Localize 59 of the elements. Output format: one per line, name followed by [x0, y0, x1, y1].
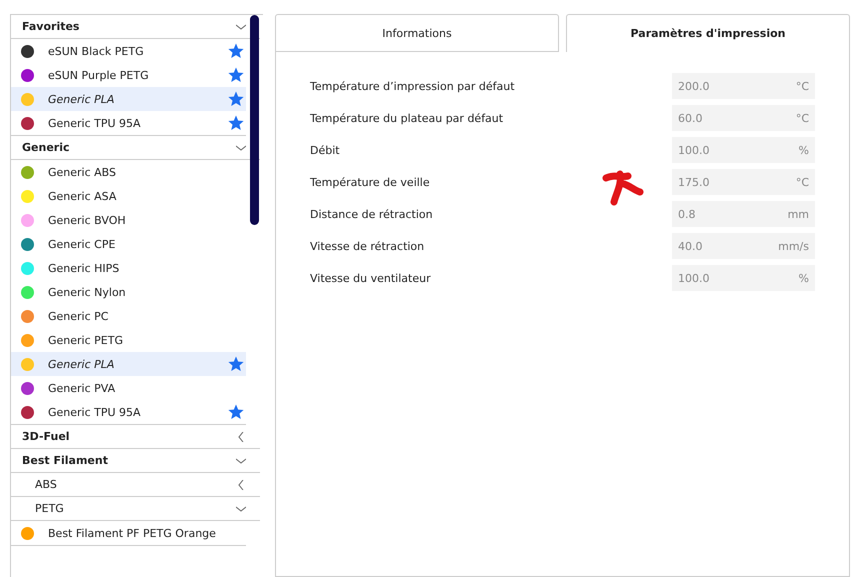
- material-item[interactable]: Generic ABS: [11, 160, 246, 184]
- material-item[interactable]: Generic PVA: [11, 376, 246, 400]
- material-item[interactable]: eSUN Black PETG: [11, 39, 246, 63]
- star-icon[interactable]: [228, 43, 244, 59]
- setting-label: Température de veille: [310, 176, 431, 188]
- chevron-down-icon: [236, 456, 246, 466]
- field-value: 175.0: [678, 176, 710, 188]
- category-header[interactable]: 3D-Fuel: [11, 425, 260, 449]
- field-value: 100.0: [678, 144, 710, 156]
- field-value: 0.8: [678, 208, 696, 220]
- material-item[interactable]: Generic HIPS: [11, 256, 246, 280]
- unit-label: %: [798, 272, 809, 284]
- field-value: 40.0: [678, 240, 702, 252]
- material-item[interactable]: Generic BVOH: [11, 208, 246, 232]
- star-icon[interactable]: [228, 91, 244, 107]
- material-item[interactable]: Generic CPE: [11, 232, 246, 256]
- setting-label: Température du plateau par défaut: [310, 112, 504, 124]
- chevron-down-icon: [236, 22, 246, 32]
- chevron-left-icon: [236, 480, 246, 490]
- unit-label: °C: [796, 176, 809, 188]
- material-item[interactable]: eSUN Purple PETG: [11, 63, 246, 87]
- scribble-mark: [602, 170, 644, 206]
- chevron-down-icon: [236, 504, 246, 514]
- material-item[interactable]: Generic ASA: [11, 184, 246, 208]
- material-item[interactable]: Generic TPU 95A: [11, 400, 246, 425]
- chevron-down-icon: [236, 142, 246, 152]
- field-value: 100.0: [678, 272, 710, 284]
- setting-label: Vitesse de rétraction: [310, 240, 426, 252]
- unit-label: °C: [796, 80, 809, 92]
- material-item[interactable]: Generic Nylon: [11, 280, 246, 304]
- setting-label: Distance de rétraction: [310, 208, 434, 220]
- category-header[interactable]: ABS: [11, 473, 260, 497]
- field-value: 200.0: [678, 80, 710, 92]
- unit-label: °C: [796, 112, 809, 124]
- category-header[interactable]: Favorites: [11, 15, 260, 39]
- material-item[interactable]: Generic PLA: [11, 87, 246, 111]
- setting-label: Débit: [310, 144, 341, 156]
- scrollbar[interactable]: [250, 15, 259, 225]
- category-header[interactable]: Generic: [11, 136, 260, 160]
- material-item[interactable]: Generic TPU 95A: [11, 111, 246, 136]
- material-item[interactable]: Generic PETG: [11, 328, 246, 352]
- field-value: 60.0: [678, 112, 702, 124]
- material-item[interactable]: Generic PLA: [11, 352, 246, 376]
- star-icon[interactable]: [228, 356, 244, 372]
- unit-label: mm: [788, 208, 809, 220]
- material-item[interactable]: Best Filament PF PETG Orange: [11, 521, 246, 546]
- setting-label: Vitesse du ventilateur: [310, 272, 432, 284]
- setting-label: Température d’impression par défaut: [310, 80, 516, 92]
- category-header[interactable]: Best Filament: [11, 449, 260, 473]
- chevron-left-icon: [236, 432, 246, 442]
- category-header[interactable]: PETG: [11, 497, 260, 521]
- star-icon[interactable]: [228, 115, 244, 131]
- unit-label: mm/s: [778, 240, 809, 252]
- star-icon[interactable]: [228, 404, 244, 420]
- tab[interactable]: Informations: [275, 14, 559, 52]
- unit-label: %: [798, 144, 809, 156]
- tab[interactable]: Paramètres d'impression: [566, 14, 850, 52]
- material-item[interactable]: Generic PC: [11, 304, 246, 328]
- star-icon[interactable]: [228, 67, 244, 83]
